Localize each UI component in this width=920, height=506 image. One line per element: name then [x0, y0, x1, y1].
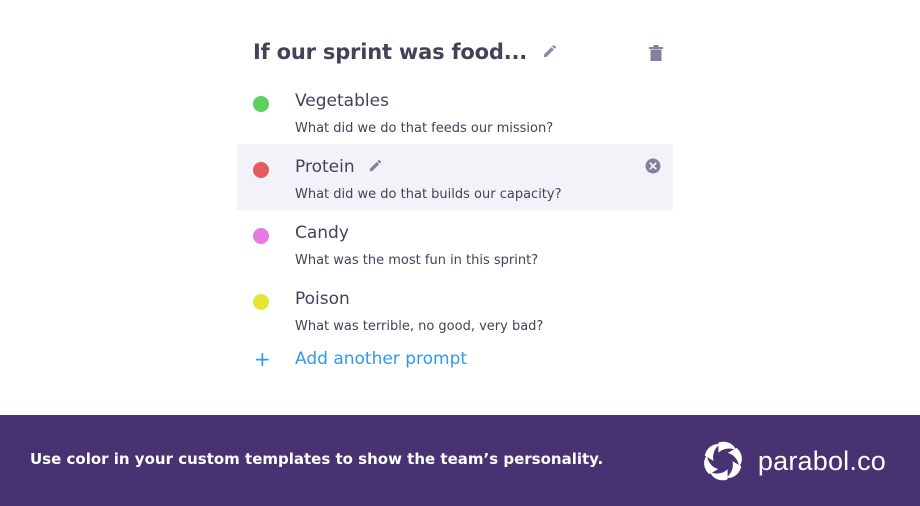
add-prompt-button[interactable]: + Add another prompt [237, 342, 673, 382]
template-header: If our sprint was food... [237, 30, 673, 78]
pencil-icon[interactable] [368, 158, 383, 173]
pencil-icon[interactable] [542, 43, 558, 59]
brand-name: parabol.co [757, 445, 886, 476]
prompt-name-wrapper[interactable]: Protein [295, 157, 383, 177]
template-title[interactable]: If our sprint was food... [253, 40, 558, 64]
prompt-row-candy[interactable]: Candy What was the most fun in this spri… [237, 210, 673, 276]
trash-icon[interactable] [649, 45, 663, 61]
brand: parabol.co [700, 439, 886, 483]
color-dot-green[interactable] [253, 96, 269, 112]
template-title-text[interactable]: If our sprint was food... [253, 40, 527, 64]
color-dot-red[interactable] [253, 162, 269, 178]
footer-tagline: Use color in your custom templates to sh… [30, 450, 604, 468]
remove-circle-icon[interactable] [645, 158, 661, 174]
prompt-row-poison[interactable]: Poison What was terrible, no good, very … [237, 276, 673, 342]
prompt-description[interactable]: What was terrible, no good, very bad? [295, 319, 543, 334]
footer-banner: Use color in your custom templates to sh… [0, 415, 920, 506]
prompt-name[interactable]: Protein [295, 157, 355, 177]
color-dot-yellow[interactable] [253, 294, 269, 310]
plus-icon[interactable]: + [254, 349, 271, 369]
prompt-description[interactable]: What did we do that feeds our mission? [295, 121, 553, 136]
color-dot-pink[interactable] [253, 228, 269, 244]
parabol-logo-icon [704, 441, 742, 481]
prompt-row-protein[interactable]: Protein What did we do that builds our c… [237, 144, 673, 210]
prompt-name[interactable]: Poison [295, 289, 350, 309]
prompt-name[interactable]: Candy [295, 223, 349, 243]
prompt-row-vegetables[interactable]: Vegetables What did we do that feeds our… [237, 78, 673, 144]
prompt-description[interactable]: What did we do that builds our capacity? [295, 187, 562, 202]
prompt-name[interactable]: Vegetables [295, 91, 389, 111]
prompt-description[interactable]: What was the most fun in this sprint? [295, 253, 538, 268]
template-editor: If our sprint was food... Vegetables Wha… [237, 30, 673, 382]
add-prompt-label[interactable]: Add another prompt [295, 349, 467, 369]
